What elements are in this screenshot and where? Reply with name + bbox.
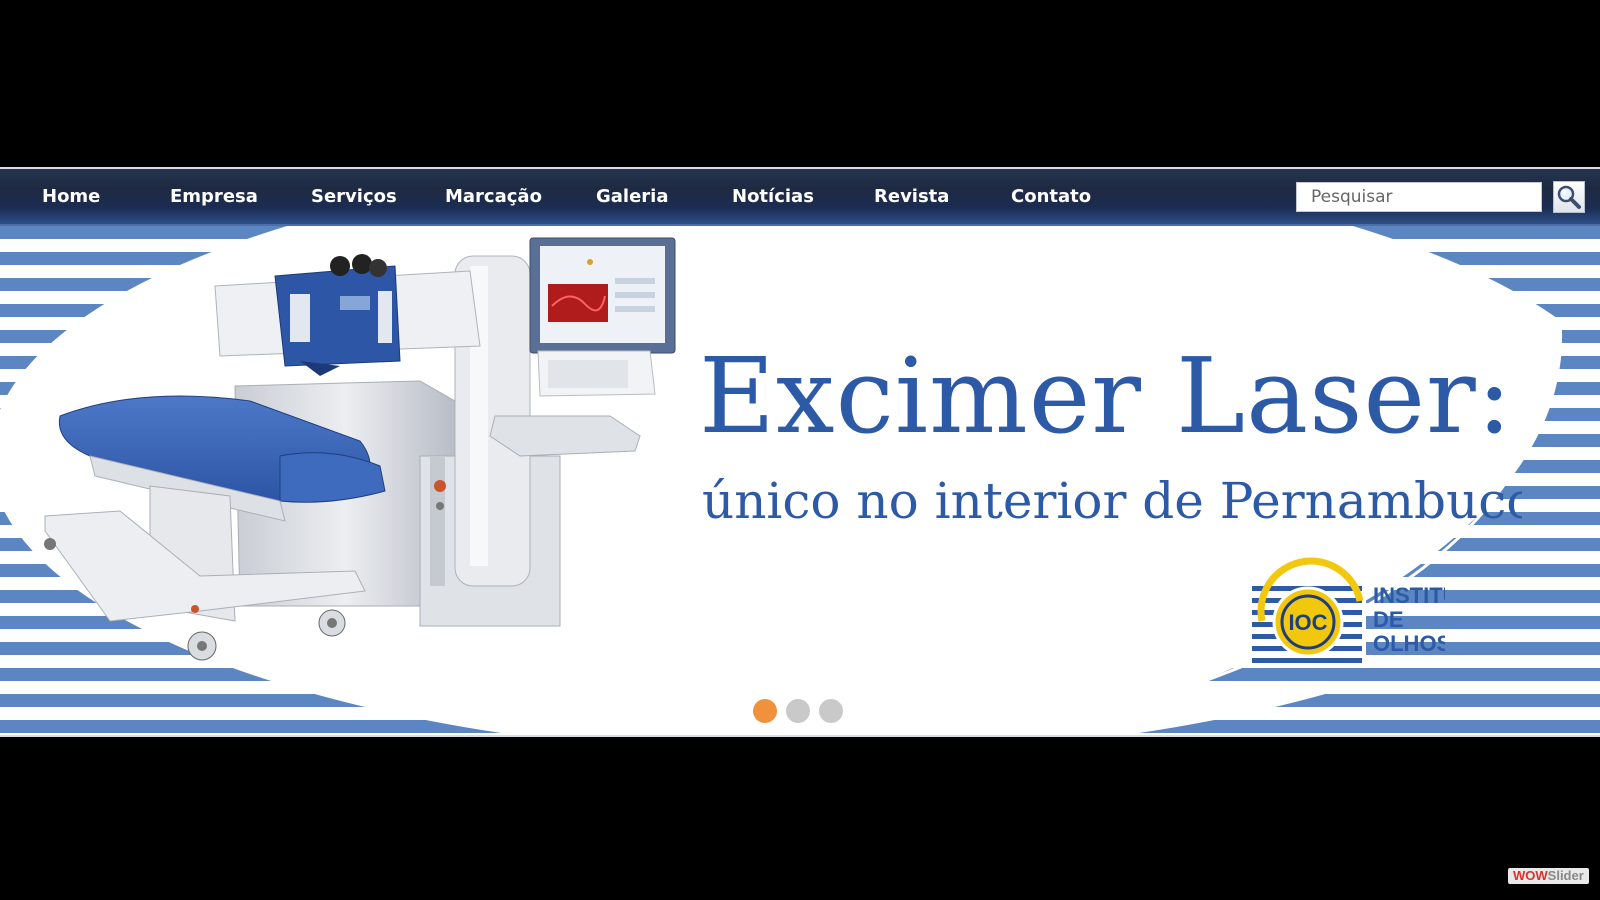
nav-item-noticias[interactable]: Notícias [732, 186, 814, 207]
slider-dot-2[interactable] [786, 699, 810, 723]
banner-subline: único no interior de Pernambuco [702, 476, 1522, 526]
logo-text: INSTITUTO DE OLHOS [1373, 584, 1445, 657]
watermark-part1: WOW [1513, 868, 1548, 883]
watermark-part2: Slider [1547, 868, 1584, 883]
logo-text-line1: INSTITUTO [1373, 584, 1445, 608]
nav-item-marcacao[interactable]: Marcação [445, 186, 542, 207]
banner-slider: IOC Excimer Laser: único no interior de … [0, 226, 1600, 733]
main-navigation: Home Empresa Serviços Marcação Galeria N… [0, 169, 1600, 226]
website-frame: Home Empresa Serviços Marcação Galeria N… [0, 167, 1600, 737]
banner-headline: Excimer Laser: [699, 335, 1513, 457]
nav-item-servicos[interactable]: Serviços [311, 186, 397, 207]
logo-text-line2: DE OLHOS [1373, 607, 1445, 657]
search-input[interactable] [1296, 182, 1542, 212]
wowslider-watermark[interactable]: WOWSlider [1508, 868, 1589, 884]
slider-dot-3[interactable] [819, 699, 843, 723]
logo-mark-text: IOC [1288, 610, 1327, 635]
nav-item-revista[interactable]: Revista [874, 186, 949, 207]
nav-item-empresa[interactable]: Empresa [170, 186, 258, 207]
magnifier-icon [1557, 185, 1581, 209]
nav-item-galeria[interactable]: Galeria [596, 186, 669, 207]
nav-item-home[interactable]: Home [42, 186, 100, 207]
nav-item-contato[interactable]: Contato [1011, 186, 1091, 207]
slider-dot-1[interactable] [753, 699, 777, 723]
search-button[interactable] [1553, 181, 1585, 213]
